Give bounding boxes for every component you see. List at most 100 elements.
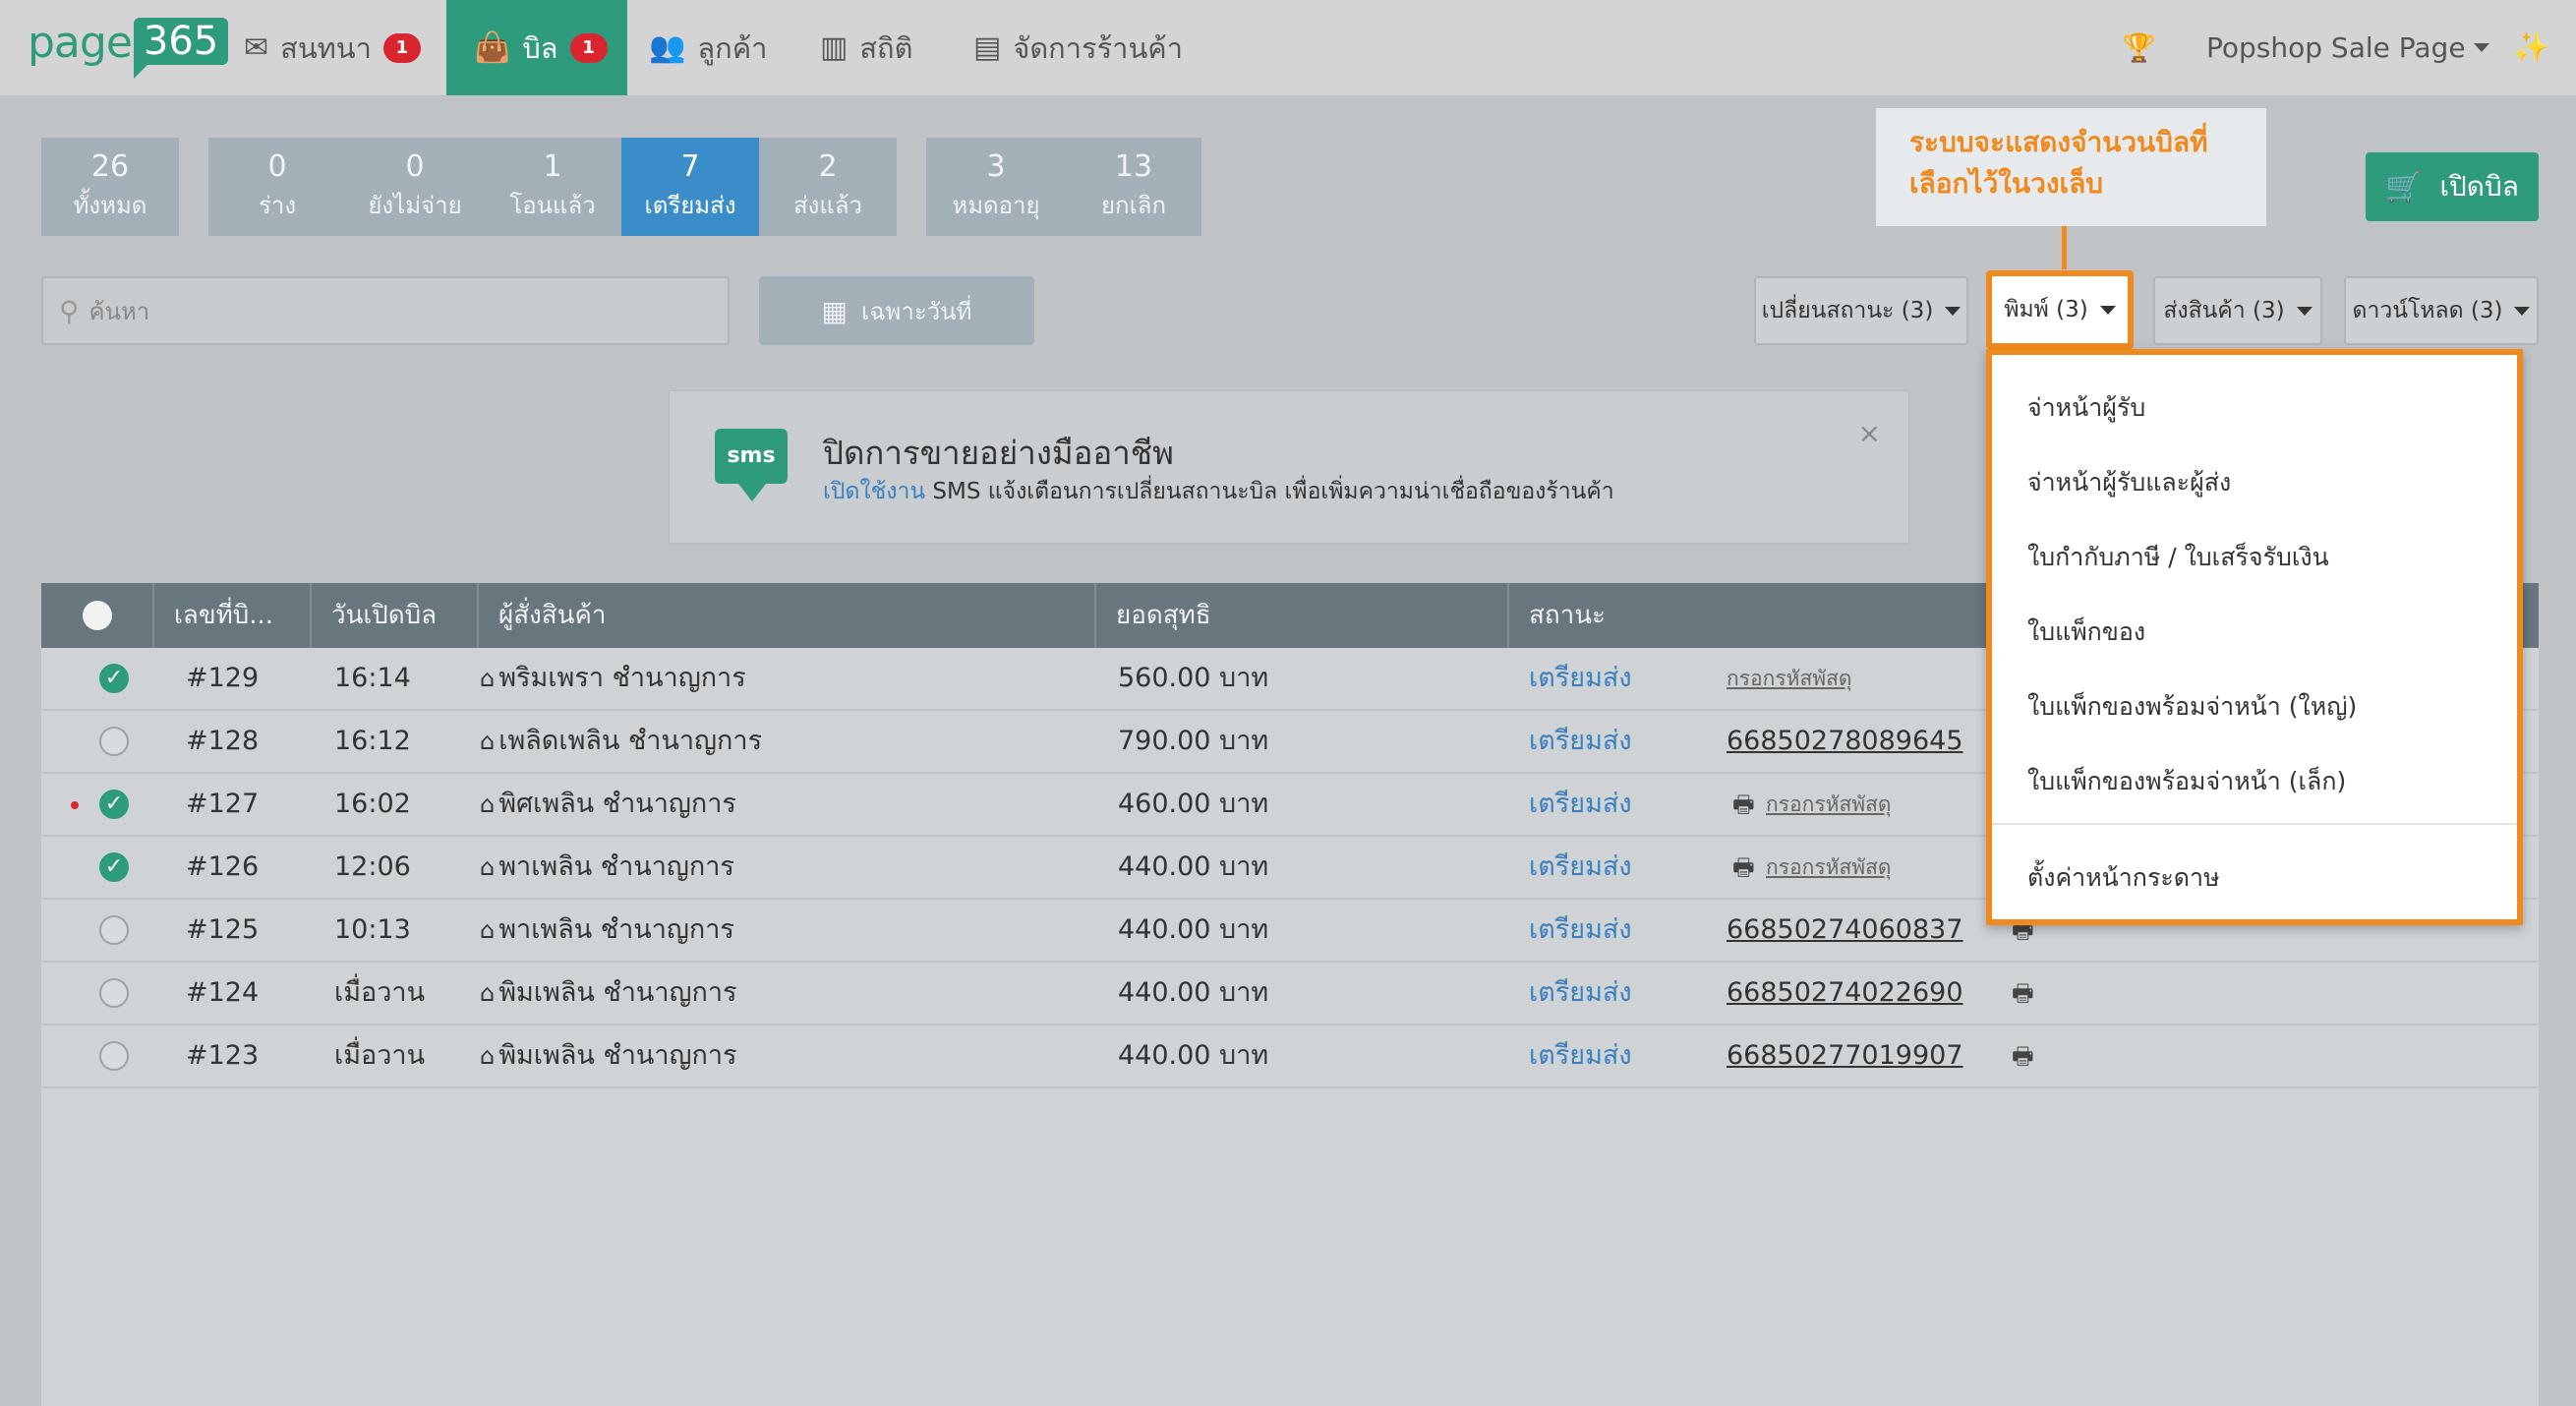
sms-banner-title: ปิดการขายอย่างมืออาชีพ bbox=[823, 434, 1174, 472]
home-icon: ⌂ bbox=[480, 665, 496, 692]
row-checkbox[interactable] bbox=[99, 1041, 129, 1071]
tab-cancelled[interactable]: 13 ยกเลิก bbox=[1066, 138, 1201, 236]
home-icon: ⌂ bbox=[480, 728, 496, 755]
date-filter-button[interactable]: ▦ เฉพาะวันที่ bbox=[759, 276, 1034, 345]
tab-count: 13 bbox=[1114, 149, 1153, 184]
tracking-number[interactable]: 66850274022690 bbox=[1727, 963, 1963, 1024]
menu-item-tax-invoice[interactable]: ใบกำกับภาษี / ใบเสร็จรับเงิน bbox=[2027, 538, 2329, 577]
header-bill-no[interactable]: เลขที่บิ... bbox=[154, 583, 312, 648]
search-input[interactable]: ⚲ ค้นหา bbox=[41, 276, 730, 345]
account-menu[interactable]: Popshop Sale Page bbox=[2206, 0, 2489, 95]
tracking-number[interactable]: 66850274060837 bbox=[1727, 900, 1963, 961]
bill-status[interactable]: เตรียมส่ง bbox=[1529, 963, 1632, 1024]
customer-cell[interactable]: ⌂ พิมเพลิน ชำนาญการ bbox=[480, 1025, 737, 1086]
tab-shipped[interactable]: 2 ส่งแล้ว bbox=[759, 138, 897, 236]
annotation-callout: ระบบจะแสดงจำนวนบิลที่ เลือกไว้ในวงเล็บ bbox=[1876, 108, 2266, 226]
menu-item-packing-slip-large[interactable]: ใบแพ็กของพร้อมจ่าหน้า (ใหญ่) bbox=[2027, 687, 2357, 727]
open-bill-button[interactable]: 🛒 เปิดบิล bbox=[2366, 152, 2539, 221]
menu-item-page-setup[interactable]: ตั้งค่าหน้ากระดาษ bbox=[2027, 858, 2220, 898]
bill-number[interactable]: #126 bbox=[186, 837, 259, 898]
close-icon[interactable]: × bbox=[1858, 417, 1881, 449]
tracking-input-link[interactable]: กรอกรหัสพัสดุ bbox=[1727, 648, 1852, 709]
tab-expired[interactable]: 3 หมดอายุ bbox=[926, 138, 1066, 236]
customer-cell[interactable]: ⌂ พิมเพลิน ชำนาญการ bbox=[480, 963, 737, 1024]
tracking-input-link[interactable]: กรอกรหัสพัสดุ bbox=[1766, 837, 1892, 898]
sms-enable-link[interactable]: เปิดใช้งาน bbox=[823, 479, 925, 504]
customer-name: พิมเพลิน ชำนาญการ bbox=[498, 977, 737, 1008]
tab-transferred[interactable]: 1 โอนแล้ว bbox=[484, 138, 621, 236]
row-checkbox[interactable]: ✓ bbox=[99, 852, 129, 882]
nav-chat[interactable]: ✉ สนทนา 1 bbox=[228, 0, 435, 95]
bill-number[interactable]: #125 bbox=[186, 900, 259, 961]
row-checkbox[interactable] bbox=[99, 727, 129, 756]
customer-cell[interactable]: ⌂ พาเพลิน ชำนาญการ bbox=[480, 900, 734, 961]
nav-chat-label: สนทนา bbox=[280, 30, 372, 65]
table-row[interactable]: #123 เมื่อวาน ⌂ พิมเพลิน ชำนาญการ 440.00 … bbox=[41, 1025, 2539, 1088]
ship-dropdown[interactable]: ส่งสินค้า (3) bbox=[2153, 276, 2322, 345]
printer-icon[interactable]: 🖶 bbox=[1732, 837, 1755, 898]
tab-count: 2 bbox=[818, 149, 838, 184]
menu-item-recipient-sender-label[interactable]: จ่าหน้าผู้รับและผู้ส่ง bbox=[2027, 463, 2231, 502]
tab-label: ส่งแล้ว bbox=[792, 192, 863, 219]
nav-customers[interactable]: 👥 ลูกค้า bbox=[649, 0, 777, 95]
bill-status[interactable]: เตรียมส่ง bbox=[1529, 711, 1632, 772]
bill-time: 16:02 bbox=[334, 789, 411, 819]
row-checkbox[interactable] bbox=[99, 915, 129, 945]
menu-item-recipient-label[interactable]: จ่าหน้าผู้รับ bbox=[2027, 388, 2145, 428]
sms-icon-text: sms bbox=[727, 443, 776, 468]
caret-down-icon bbox=[1945, 306, 1961, 316]
tab-all[interactable]: 26 ทั้งหมด bbox=[41, 138, 179, 236]
printer-icon[interactable]: 🖶 bbox=[2012, 1025, 2034, 1086]
tab-count: 1 bbox=[543, 149, 562, 184]
bill-total: 440.00 บาท bbox=[1118, 851, 1269, 882]
bar-chart-icon: ▥ bbox=[820, 30, 849, 65]
printer-icon[interactable]: 🖶 bbox=[2012, 963, 2034, 1024]
row-checkbox[interactable]: ✓ bbox=[99, 664, 129, 693]
select-all-checkbox[interactable] bbox=[82, 601, 112, 630]
tab-unpaid[interactable]: 0 ยังไม่จ่าย bbox=[346, 138, 484, 236]
bill-status[interactable]: เตรียมส่ง bbox=[1529, 900, 1632, 961]
home-icon: ⌂ bbox=[480, 853, 496, 881]
header-total[interactable]: ยอดสุทธิ bbox=[1096, 583, 1509, 648]
tracking-number[interactable]: 66850277019907 bbox=[1727, 1025, 1963, 1086]
page365-logo[interactable]: page 365 bbox=[28, 18, 229, 83]
bill-status[interactable]: เตรียมส่ง bbox=[1529, 1025, 1632, 1086]
magic-wand-icon[interactable]: ✨ bbox=[2513, 0, 2549, 95]
customer-name: เพลิดเพลิน ชำนาญการ bbox=[498, 726, 763, 756]
nav-customers-label: ลูกค้า bbox=[697, 30, 768, 65]
bill-total: 560.00 บาท bbox=[1118, 663, 1269, 693]
trophy-icon[interactable]: 🏆 bbox=[2122, 0, 2156, 95]
download-dropdown[interactable]: ดาวน์โหลด (3) bbox=[2344, 276, 2539, 345]
table-row[interactable]: #124 เมื่อวาน ⌂ พิมเพลิน ชำนาญการ 440.00 … bbox=[41, 963, 2539, 1025]
tracking-input-link[interactable]: กรอกรหัสพัสดุ bbox=[1766, 774, 1892, 835]
bill-number[interactable]: #129 bbox=[186, 648, 259, 709]
bill-number[interactable]: #124 bbox=[186, 963, 259, 1024]
customer-cell[interactable]: ⌂ พริมเพรา ชำนาญการ bbox=[480, 648, 746, 709]
customer-cell[interactable]: ⌂ เพลิดเพลิน ชำนาญการ bbox=[480, 711, 762, 772]
row-checkbox[interactable]: ✓ bbox=[99, 790, 129, 819]
header-customer[interactable]: ผู้สั่งสินค้า bbox=[479, 583, 1096, 648]
bill-status[interactable]: เตรียมส่ง bbox=[1529, 648, 1632, 709]
bill-status[interactable]: เตรียมส่ง bbox=[1529, 837, 1632, 898]
print-dropdown[interactable]: พิมพ์ (3) bbox=[1986, 270, 2134, 349]
nav-bill-label: บิล bbox=[522, 30, 558, 65]
row-checkbox[interactable] bbox=[99, 978, 129, 1008]
tab-preparing[interactable]: 7 เตรียมส่ง bbox=[621, 138, 759, 236]
bill-time: 10:13 bbox=[334, 914, 411, 945]
printer-icon[interactable]: 🖶 bbox=[1732, 774, 1755, 835]
customer-cell[interactable]: ⌂ พาเพลิน ชำนาญการ bbox=[480, 837, 734, 898]
menu-item-packing-slip[interactable]: ใบแพ็กของ bbox=[2027, 613, 2145, 652]
tracking-number[interactable]: 66850278089645 bbox=[1727, 711, 1963, 772]
bill-status[interactable]: เตรียมส่ง bbox=[1529, 774, 1632, 835]
bill-number[interactable]: #123 bbox=[186, 1025, 259, 1086]
customer-cell[interactable]: ⌂ พิศเพลิน ชำนาญการ bbox=[480, 774, 736, 835]
bill-number[interactable]: #127 bbox=[186, 774, 259, 835]
nav-shop[interactable]: ▤ จัดการร้านค้า bbox=[973, 0, 1190, 95]
header-date[interactable]: วันเปิดบิล bbox=[312, 583, 479, 648]
nav-bill[interactable]: 👜 บิล 1 bbox=[446, 0, 627, 95]
nav-stats[interactable]: ▥ สถิติ bbox=[820, 0, 928, 95]
change-status-dropdown[interactable]: เปลี่ยนสถานะ (3) bbox=[1754, 276, 1968, 345]
tab-draft[interactable]: 0 ร่าง bbox=[208, 138, 346, 236]
menu-item-packing-slip-small[interactable]: ใบแพ็กของพร้อมจ่าหน้า (เล็ก) bbox=[2027, 762, 2346, 801]
bill-number[interactable]: #128 bbox=[186, 711, 259, 772]
